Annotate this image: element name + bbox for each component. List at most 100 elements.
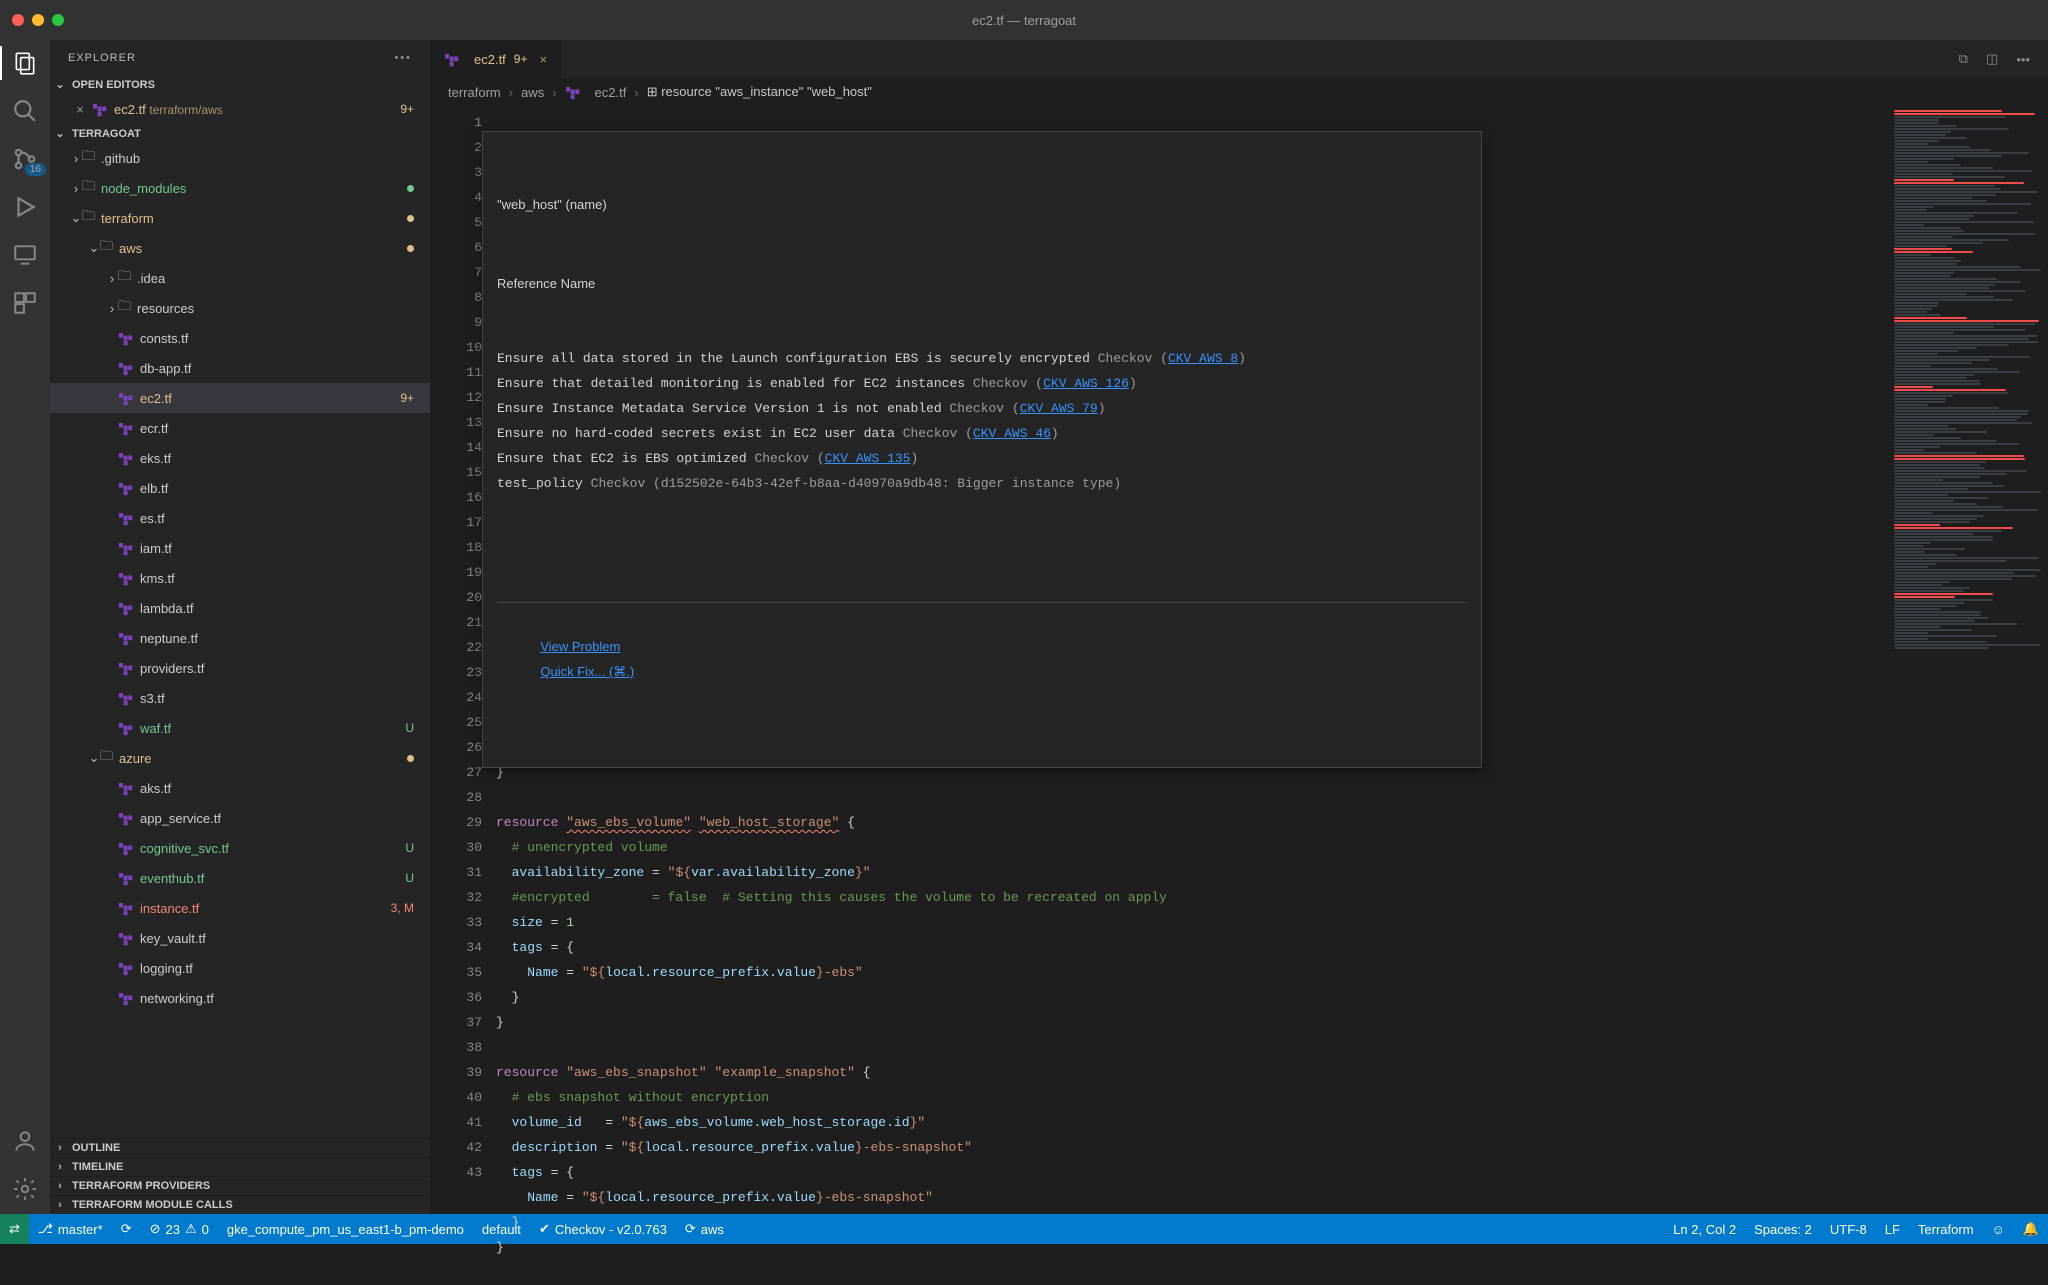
checkov-rule-link[interactable]: CKV_AWS_135 bbox=[825, 451, 911, 466]
tf-modules-section[interactable]: ›TERRAFORM MODULE CALLS bbox=[50, 1195, 430, 1214]
checkov-rule-link[interactable]: CKV_AWS_126 bbox=[1043, 376, 1129, 391]
file-item[interactable]: ›neptune.tf bbox=[50, 623, 430, 653]
view-problem-link[interactable]: View Problem bbox=[540, 639, 620, 654]
more-icon[interactable]: ••• bbox=[2016, 52, 2030, 67]
tf-providers-section[interactable]: ›TERRAFORM PROVIDERS bbox=[50, 1176, 430, 1195]
remote-indicator[interactable]: ⇄ bbox=[0, 1214, 29, 1244]
folder-item[interactable]: ⌄🗀terraform bbox=[50, 203, 430, 233]
tab-ec2[interactable]: ec2.tf 9+ × bbox=[430, 40, 562, 78]
terraform-file-icon bbox=[118, 930, 134, 946]
terraform-file-icon bbox=[118, 870, 134, 886]
folder-item[interactable]: ⌄🗀aws bbox=[50, 233, 430, 263]
timeline-section[interactable]: ›TIMELINE bbox=[50, 1157, 430, 1176]
terraform-file-icon bbox=[118, 420, 134, 436]
sync-icon[interactable]: ⟳ bbox=[112, 1214, 141, 1244]
folder-item[interactable]: ⌄🗀azure bbox=[50, 743, 430, 773]
terraform-file-icon bbox=[92, 101, 108, 117]
explorer-title: EXPLORER bbox=[68, 52, 136, 64]
git-branch[interactable]: ⎇master* bbox=[29, 1214, 112, 1244]
file-item[interactable]: ›iam.tf bbox=[50, 533, 430, 563]
terraform-file-icon bbox=[118, 660, 134, 676]
terraform-file-icon bbox=[118, 570, 134, 586]
file-item[interactable]: ›instance.tf3, M bbox=[50, 893, 430, 923]
problems[interactable]: ⊘23 ⚠0 bbox=[141, 1214, 218, 1244]
folder-item[interactable]: ›🗀resources bbox=[50, 293, 430, 323]
extensions-icon[interactable] bbox=[12, 290, 38, 316]
checkov-rule-link[interactable]: CKV_AWS_79 bbox=[1020, 401, 1098, 416]
terraform-file-icon bbox=[118, 990, 134, 1006]
file-item[interactable]: ›elb.tf bbox=[50, 473, 430, 503]
file-item[interactable]: ›logging.tf bbox=[50, 953, 430, 983]
terraform-file-icon bbox=[118, 360, 134, 376]
file-item[interactable]: ›eventhub.tfU bbox=[50, 863, 430, 893]
terraform-file-icon bbox=[118, 720, 134, 736]
file-item[interactable]: ›networking.tf bbox=[50, 983, 430, 1013]
open-editor-item[interactable]: × ec2.tf terraform/aws 9+ bbox=[50, 94, 430, 124]
file-item[interactable]: ›aks.tf bbox=[50, 773, 430, 803]
scm-badge: 16 bbox=[25, 163, 46, 176]
terraform-file-icon bbox=[118, 600, 134, 616]
search-icon[interactable] bbox=[12, 98, 38, 124]
window-title: ec2.tf — terragoat bbox=[972, 13, 1076, 28]
maximize-window-button[interactable] bbox=[52, 14, 64, 26]
terraform-file-icon bbox=[118, 780, 134, 796]
file-item[interactable]: ›app_service.tf bbox=[50, 803, 430, 833]
titlebar: ec2.tf — terragoat bbox=[0, 0, 2048, 40]
folder-section[interactable]: ⌄TERRAGOAT bbox=[50, 124, 430, 143]
run-debug-icon[interactable] bbox=[12, 194, 38, 220]
file-item[interactable]: ›s3.tf bbox=[50, 683, 430, 713]
activity-bar: 16 bbox=[0, 40, 50, 1214]
terraform-file-icon bbox=[118, 810, 134, 826]
outline-section[interactable]: ›OUTLINE bbox=[50, 1138, 430, 1157]
folder-item[interactable]: ›🗀.idea bbox=[50, 263, 430, 293]
quick-fix-link[interactable]: Quick Fix... (⌘.) bbox=[540, 664, 634, 679]
terraform-file-icon bbox=[118, 480, 134, 496]
close-window-button[interactable] bbox=[12, 14, 24, 26]
checkov-rule-link[interactable]: CKV_AWS_8 bbox=[1168, 351, 1238, 366]
k8s-context[interactable]: gke_compute_pm_us_east1-b_pm-demo bbox=[218, 1214, 473, 1244]
open-editors-section[interactable]: ⌄OPEN EDITORS bbox=[50, 75, 430, 94]
terraform-file-icon bbox=[118, 960, 134, 976]
compare-icon[interactable]: ⧉ bbox=[1959, 51, 1968, 67]
file-item[interactable]: ›key_vault.tf bbox=[50, 923, 430, 953]
file-item[interactable]: ›consts.tf bbox=[50, 323, 430, 353]
folder-item[interactable]: ›🗀.github bbox=[50, 143, 430, 173]
file-item[interactable]: ›ec2.tf9+ bbox=[50, 383, 430, 413]
terraform-file-icon bbox=[118, 690, 134, 706]
terraform-file-icon bbox=[118, 390, 134, 406]
file-item[interactable]: ›ecr.tf bbox=[50, 413, 430, 443]
accounts-icon[interactable] bbox=[12, 1128, 38, 1154]
file-item[interactable]: ›eks.tf bbox=[50, 443, 430, 473]
terraform-file-icon bbox=[118, 510, 134, 526]
terraform-file-icon bbox=[118, 540, 134, 556]
scm-icon[interactable]: 16 bbox=[12, 146, 38, 172]
file-item[interactable]: ›lambda.tf bbox=[50, 593, 430, 623]
remote-explorer-icon[interactable] bbox=[12, 242, 38, 268]
terraform-file-icon bbox=[565, 84, 581, 100]
file-item[interactable]: ›kms.tf bbox=[50, 563, 430, 593]
split-editor-icon[interactable]: ◫ bbox=[1986, 51, 1998, 67]
file-tree: ›🗀.github›🗀node_modules⌄🗀terraform⌄🗀aws›… bbox=[50, 143, 430, 1138]
file-item[interactable]: ›waf.tfU bbox=[50, 713, 430, 743]
checkov-rule-link[interactable]: CKV_AWS_46 bbox=[973, 426, 1051, 441]
file-item[interactable]: ›providers.tf bbox=[50, 653, 430, 683]
hover-problem-widget: "web_host" (name) Reference Name Ensure … bbox=[482, 131, 1482, 768]
close-tab-icon[interactable]: × bbox=[539, 52, 547, 67]
minimize-window-button[interactable] bbox=[32, 14, 44, 26]
close-editor-icon[interactable]: × bbox=[72, 102, 88, 117]
terraform-file-icon bbox=[118, 630, 134, 646]
file-item[interactable]: ›db-app.tf bbox=[50, 353, 430, 383]
window-controls bbox=[12, 14, 64, 26]
file-item[interactable]: ›es.tf bbox=[50, 503, 430, 533]
terraform-file-icon bbox=[118, 330, 134, 346]
code-content[interactable]: "web_host" (name) Reference Name Ensure … bbox=[482, 106, 2048, 1214]
minimap[interactable] bbox=[1888, 106, 2048, 1214]
settings-gear-icon[interactable] bbox=[12, 1176, 38, 1202]
explorer-more-icon[interactable]: ••• bbox=[394, 52, 412, 64]
file-item[interactable]: ›cognitive_svc.tfU bbox=[50, 833, 430, 863]
editor-area[interactable]: 1234567891011121314151617181920212223242… bbox=[430, 106, 2048, 1214]
explorer-icon[interactable] bbox=[12, 50, 38, 76]
terraform-file-icon bbox=[118, 900, 134, 916]
folder-item[interactable]: ›🗀node_modules bbox=[50, 173, 430, 203]
breadcrumb[interactable]: terraform› aws› ec2.tf› ⊞ resource "aws_… bbox=[430, 78, 2048, 106]
